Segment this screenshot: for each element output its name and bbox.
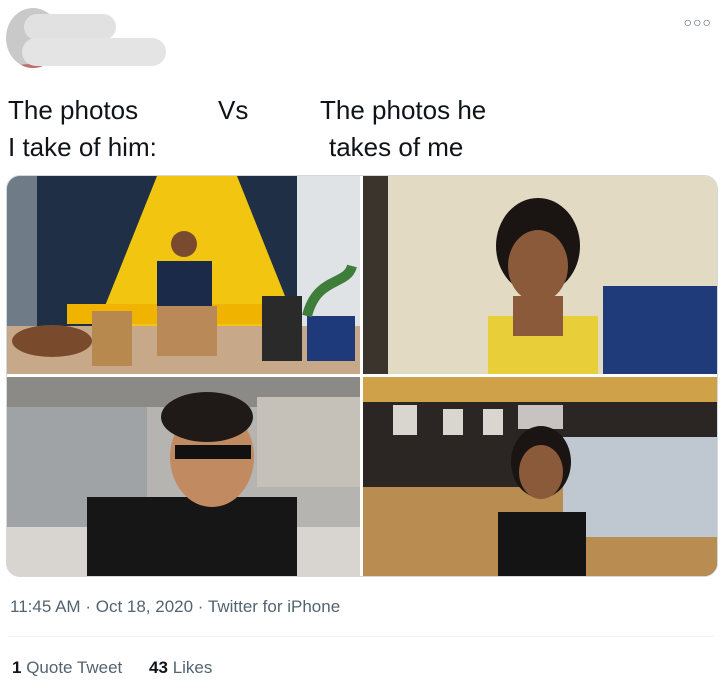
- tweet-text-line: I take of him:: [8, 132, 157, 162]
- likes-label: Likes: [172, 658, 213, 677]
- photo-woman-looking-down[interactable]: [363, 176, 717, 374]
- tweet-stats: 1 Quote Tweet 43 Likes: [12, 658, 234, 678]
- photo-man-sunglasses[interactable]: [7, 377, 360, 576]
- divider: [8, 636, 714, 637]
- tweet-text-right: The photos he takes of me: [320, 92, 486, 166]
- likes-link[interactable]: 43 Likes: [149, 658, 212, 678]
- tweet-text-vs: Vs: [218, 92, 248, 129]
- more-options-icon[interactable]: ○○○: [684, 14, 712, 30]
- photo-man-yellow-bench[interactable]: [7, 176, 360, 374]
- handle-redacted[interactable]: [22, 38, 166, 66]
- meta-separator: ·: [197, 597, 204, 616]
- photo-woman-restaurant[interactable]: [363, 377, 717, 576]
- tweet-source[interactable]: Twitter for iPhone: [208, 597, 340, 616]
- tweet-text-line: Vs: [218, 95, 249, 125]
- media-grid: [6, 175, 718, 577]
- tweet-time[interactable]: 11:45 AM: [10, 597, 81, 616]
- tweet-text-line: The photos he: [320, 95, 487, 125]
- quote-tweets-link[interactable]: 1 Quote Tweet: [12, 658, 122, 678]
- tweet-text-line: takes of me: [329, 132, 464, 162]
- meta-separator: ·: [85, 597, 91, 616]
- likes-count: 43: [149, 658, 168, 677]
- quote-count: 1: [12, 658, 22, 677]
- tweet-meta: 11:45 AM · Oct 18, 2020 · Twitter for iP…: [10, 597, 340, 617]
- quote-label: Quote Tweet: [26, 658, 123, 677]
- tweet-text-left: The photos I take of him:: [8, 92, 157, 166]
- tweet-date[interactable]: Oct 18, 2020: [96, 597, 193, 616]
- tweet-text-line: The photos: [8, 95, 139, 125]
- display-name-redacted[interactable]: [24, 14, 116, 40]
